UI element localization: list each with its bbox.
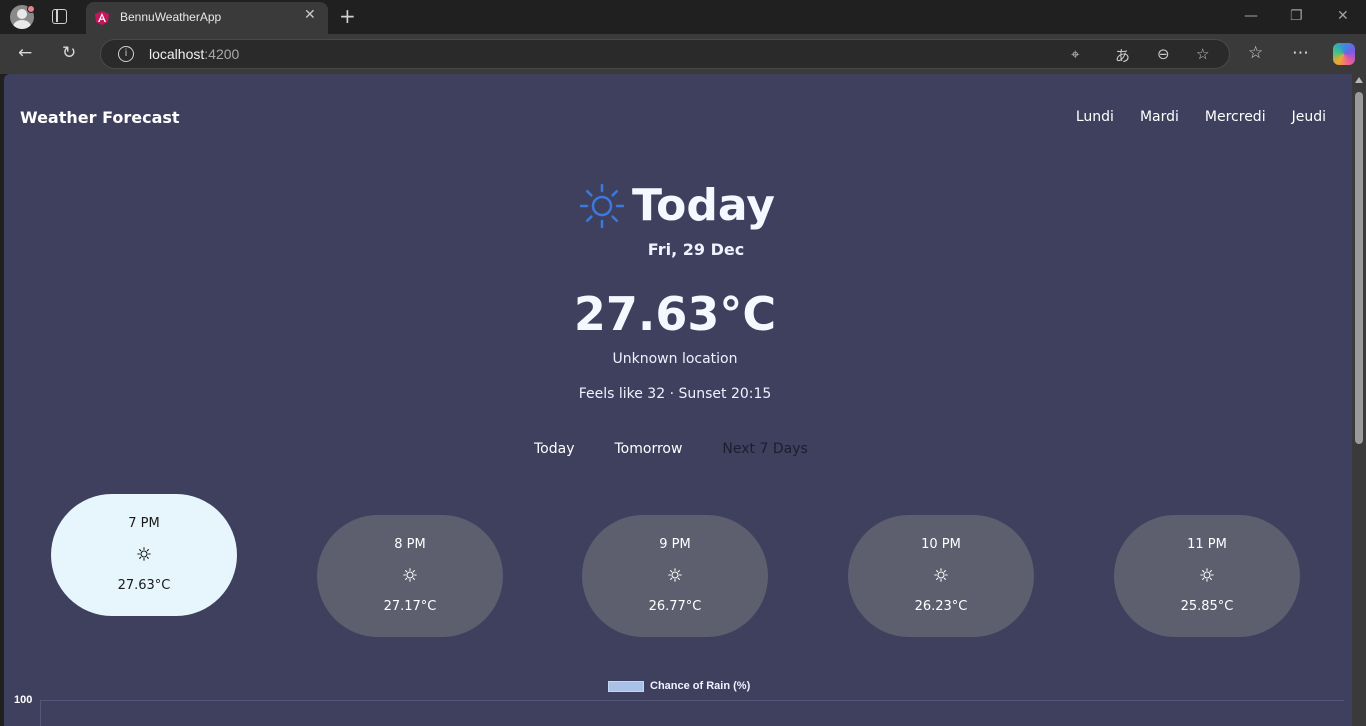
zoom-out-icon[interactable]: ⊖: [1157, 45, 1170, 63]
scroll-thumb[interactable]: [1355, 92, 1363, 444]
reload-icon[interactable]: ↻: [62, 43, 76, 63]
site-info-icon[interactable]: i: [118, 46, 134, 62]
url-text[interactable]: localhost:4200: [149, 46, 239, 62]
scroll-up-arrow-icon[interactable]: [1355, 77, 1363, 83]
back-icon[interactable]: ←: [18, 43, 32, 63]
page-viewport: Weather Forecast Lundi Mardi Mercredi Je…: [4, 74, 1366, 726]
sun-icon: [934, 568, 948, 582]
y-axis-tick-label: 100: [14, 694, 33, 706]
restore-icon[interactable]: ❐: [1290, 8, 1303, 24]
sun-icon: [1200, 568, 1214, 582]
current-temperature: 27.63°C: [573, 287, 777, 341]
period-tabs: Today Tomorrow Next 7 Days: [534, 441, 808, 457]
chart-y-axis: [40, 700, 41, 726]
day-nav: Lundi Mardi Mercredi Jeudi: [1076, 109, 1326, 125]
nav-item-jeudi[interactable]: Jeudi: [1292, 109, 1326, 125]
tab-tomorrow[interactable]: Tomorrow: [615, 441, 683, 457]
app-brand[interactable]: Weather Forecast: [20, 108, 180, 127]
legend-label: Chance of Rain (%): [650, 680, 751, 692]
tab-close-icon[interactable]: ✕: [304, 7, 316, 23]
hour-temperature: 25.85°C: [1180, 599, 1234, 614]
browser-tab[interactable]: BennuWeatherApp ✕: [86, 2, 328, 34]
nav-item-lundi[interactable]: Lundi: [1076, 109, 1114, 125]
hour-card[interactable]: 8 PM 27.17°C: [317, 515, 503, 637]
chart-legend[interactable]: Chance of Rain (%): [608, 680, 750, 692]
hour-temperature: 26.23°C: [914, 599, 968, 614]
tab-title: BennuWeatherApp: [120, 10, 222, 24]
sun-icon: [668, 568, 682, 582]
page-scrollbar[interactable]: [1352, 74, 1366, 726]
new-tab-icon[interactable]: +: [339, 4, 356, 28]
tab-actions-icon[interactable]: [52, 9, 67, 24]
current-details: Feels like 32 · Sunset 20:15: [578, 386, 772, 402]
hour-time: 9 PM: [659, 537, 691, 552]
current-date: Fri, 29 Dec: [647, 240, 745, 259]
close-window-icon[interactable]: ✕: [1337, 8, 1349, 24]
nav-item-mercredi[interactable]: Mercredi: [1205, 109, 1266, 125]
sun-icon: [137, 547, 151, 561]
tab-today[interactable]: Today: [534, 441, 575, 457]
profile-badge: [27, 5, 35, 13]
hour-card[interactable]: 11 PM 25.85°C: [1114, 515, 1300, 637]
copilot-icon[interactable]: [1333, 43, 1355, 65]
location-pin-icon[interactable]: ⌖: [1071, 45, 1079, 63]
hour-time: 8 PM: [394, 537, 426, 552]
angular-favicon-icon: [95, 11, 109, 25]
legend-swatch: [608, 680, 644, 692]
hour-temperature: 27.17°C: [383, 599, 437, 614]
translate-icon[interactable]: あ: [1115, 45, 1130, 66]
address-bar[interactable]: i localhost:4200 ⌖ あ ⊖ ☆: [100, 39, 1230, 69]
current-location: Unknown location: [612, 351, 738, 367]
hero-title-row: Today: [578, 182, 775, 230]
today-title: Today: [632, 180, 775, 231]
hour-temperature: 26.77°C: [648, 599, 702, 614]
hour-card[interactable]: 10 PM 26.23°C: [848, 515, 1034, 637]
hour-time: 10 PM: [921, 537, 961, 552]
hour-temperature: 27.63°C: [117, 578, 171, 593]
nav-item-mardi[interactable]: Mardi: [1140, 109, 1179, 125]
browser-toolbar: ← ↻ i localhost:4200 ⌖ あ ⊖ ☆ ☆ ⋯: [0, 34, 1366, 74]
favorite-star-icon[interactable]: ☆: [1196, 45, 1209, 63]
hour-card[interactable]: 7 PM 27.63°C: [51, 494, 237, 616]
sun-icon: [403, 568, 417, 582]
browser-tab-strip: BennuWeatherApp ✕ + — ❐ ✕: [0, 0, 1366, 34]
tab-next-7-days[interactable]: Next 7 Days: [722, 441, 807, 457]
minimize-icon[interactable]: —: [1244, 8, 1258, 24]
hour-time: 7 PM: [128, 516, 160, 531]
hour-time: 11 PM: [1187, 537, 1227, 552]
chart-gridline: [40, 700, 1344, 701]
favorites-icon[interactable]: ☆: [1248, 43, 1263, 63]
sun-icon: [579, 183, 625, 229]
hour-card[interactable]: 9 PM 26.77°C: [582, 515, 768, 637]
more-options-icon[interactable]: ⋯: [1292, 43, 1309, 63]
